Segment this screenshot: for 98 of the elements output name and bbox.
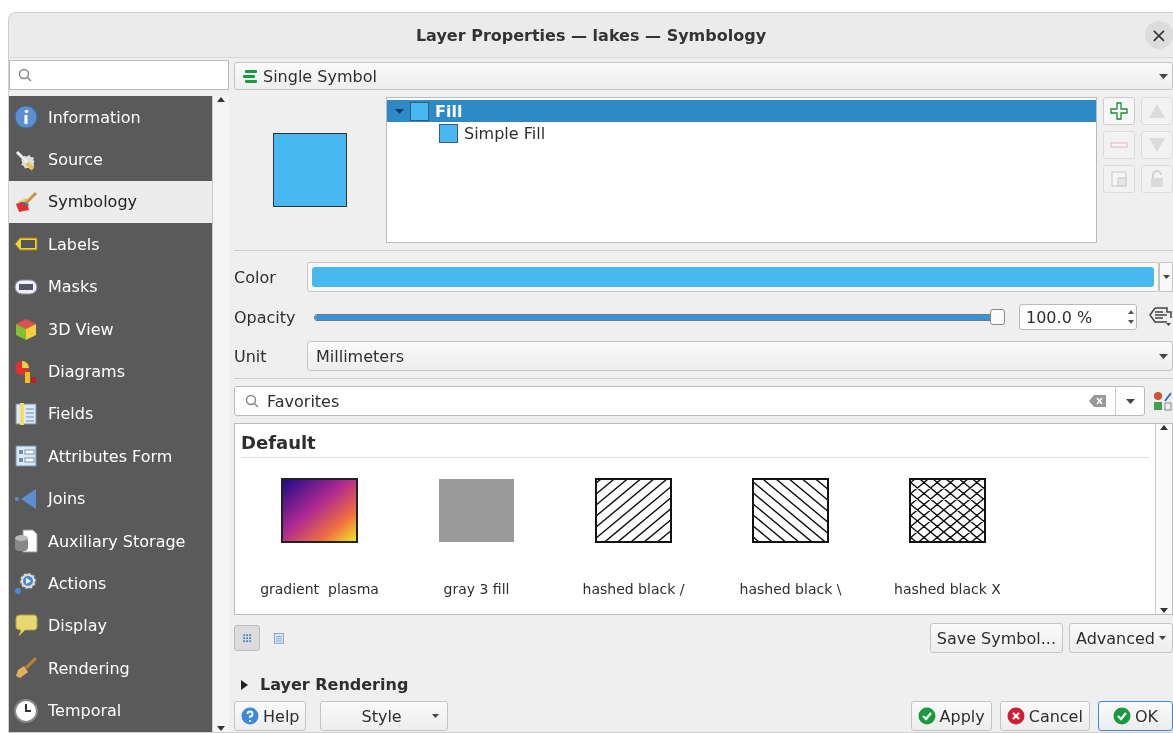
sidebar-item[interactable]: Fields — [9, 392, 212, 436]
color-label: Color — [234, 267, 277, 287]
sidebar-item[interactable]: Temporal — [9, 689, 212, 732]
close-button[interactable]: × — [1145, 21, 1173, 49]
form-icon — [14, 444, 38, 469]
symbol-tile[interactable]: hashed black \ — [712, 478, 869, 597]
symbol-layer-tree[interactable]: Fill Simple Fill — [386, 97, 1097, 243]
slider-thumb[interactable] — [990, 309, 1005, 325]
symbol-name: gradient plasma — [260, 581, 379, 597]
dropdown-caret-icon — [1162, 275, 1170, 279]
scroll-bar[interactable] — [212, 96, 229, 732]
symbol-tile[interactable]: hashed black X — [869, 478, 1026, 597]
solid-swatch-icon — [438, 478, 515, 543]
scroll-down-icon[interactable] — [216, 725, 226, 732]
sidebar-item[interactable]: Labels — [9, 223, 212, 266]
list-view-icon — [273, 630, 285, 646]
layer-rendering-header[interactable]: Layer Rendering — [234, 675, 1173, 694]
style-button[interactable]: Style — [320, 701, 448, 731]
scroll-bar[interactable] — [1155, 424, 1172, 614]
sidebar-item[interactable]: Masks — [9, 265, 212, 308]
apply-button[interactable]: Apply — [910, 701, 992, 731]
opacity-spinbox[interactable]: 100.0 % — [1019, 304, 1137, 330]
broom-icon — [14, 656, 38, 681]
dropdown-caret-icon — [431, 714, 439, 718]
clear-icon[interactable] — [1089, 394, 1107, 408]
scroll-up-icon[interactable] — [216, 96, 226, 103]
info-icon — [14, 105, 38, 130]
symbol-name: hashed black \ — [739, 581, 842, 597]
sidebar-item[interactable]: Attributes Form — [9, 435, 212, 478]
add-icon — [1110, 102, 1128, 120]
expand-arrow-icon[interactable] — [395, 106, 404, 116]
symbol-name: hashed black X — [894, 581, 1001, 597]
sidebar-item[interactable]: Source — [9, 138, 212, 181]
unit-label: Unit — [234, 346, 268, 366]
cube-icon — [14, 317, 38, 342]
help-icon — [241, 707, 259, 725]
join-icon — [14, 486, 38, 511]
symbol-tile[interactable]: hashed black / — [555, 478, 712, 597]
sidebar-item[interactable]: Information — [9, 96, 212, 139]
opacity-label: Opacity — [234, 307, 297, 327]
sidebar-item[interactable]: Auxiliary Storage — [9, 519, 212, 563]
color-button[interactable] — [307, 262, 1159, 292]
icons-view-button[interactable] — [234, 625, 260, 651]
save-symbol-button[interactable]: Save Symbol... — [929, 623, 1063, 653]
window-title: Layer Properties — lakes — Symbology — [415, 25, 767, 45]
help-button[interactable]: Help — [234, 701, 307, 731]
table-icon — [14, 401, 38, 426]
color-menu-button[interactable] — [1159, 262, 1173, 292]
sidebar-item[interactable]: Diagrams — [9, 350, 212, 393]
hatch-swatch-icon — [595, 478, 672, 543]
chart-icon — [14, 359, 38, 384]
paintbrush-icon — [14, 189, 38, 214]
symbol-tile[interactable]: gray 3 fill — [398, 478, 555, 597]
stacked-bars-icon — [243, 68, 257, 84]
dropdown-caret-icon — [1159, 353, 1168, 359]
dropdown-caret-icon — [1159, 73, 1168, 79]
symbol-name: hashed black / — [582, 581, 685, 597]
hatch-swatch-icon — [909, 478, 986, 543]
check-icon — [1112, 707, 1131, 725]
symbol-name: gray 3 fill — [443, 581, 510, 597]
speech-bubble-icon — [14, 613, 38, 638]
scroll-down-icon[interactable] — [1159, 607, 1169, 614]
dropdown-caret-icon — [1125, 398, 1135, 404]
sidebar-item[interactable]: 3D View — [9, 307, 212, 351]
search-field[interactable] — [9, 60, 229, 90]
sidebar-item[interactable]: Display — [9, 604, 212, 648]
cancel-button[interactable]: Cancel — [999, 701, 1090, 731]
sidebar-item[interactable]: Actions — [9, 562, 212, 605]
dropdown-caret-icon — [1159, 636, 1166, 640]
tree-item[interactable]: Simple Fill — [387, 122, 1096, 144]
expand-arrow-icon — [240, 679, 250, 690]
hatch-swatch-icon — [752, 478, 829, 543]
data-defined-icon[interactable] — [1149, 306, 1173, 328]
cancel-icon — [1006, 707, 1025, 725]
gradient-swatch-icon — [281, 478, 358, 543]
check-icon — [917, 707, 936, 725]
scroll-up-icon[interactable] — [1159, 424, 1169, 431]
search-icon — [18, 68, 32, 82]
library-search-field[interactable]: Favorites — [234, 386, 1145, 416]
spin-arrows-icon[interactable] — [1126, 308, 1136, 326]
group-heading: Default — [241, 432, 1149, 458]
duplicate-icon — [1110, 170, 1128, 188]
add-button[interactable] — [1103, 97, 1135, 125]
ok-button[interactable]: OK — [1097, 701, 1173, 731]
advanced-button[interactable]: Advanced — [1068, 623, 1173, 653]
tree-item[interactable]: Fill — [387, 100, 1096, 122]
clock-icon — [14, 698, 38, 723]
unit-dropdown[interactable]: Millimeters — [307, 341, 1173, 371]
symbol-tile[interactable]: gradient plasma — [241, 478, 398, 597]
search-icon — [245, 394, 259, 408]
sidebar-item[interactable]: Symbology — [9, 180, 212, 224]
renderer-dropdown[interactable]: Single Symbol — [234, 62, 1173, 90]
sidebar-item[interactable]: Rendering — [9, 647, 212, 690]
sidebar-item[interactable]: Joins — [9, 477, 212, 520]
database-icon — [14, 529, 38, 554]
padlock-icon — [1148, 170, 1166, 188]
gear-play-icon — [14, 571, 38, 596]
style-manager-icon[interactable] — [1153, 391, 1173, 411]
